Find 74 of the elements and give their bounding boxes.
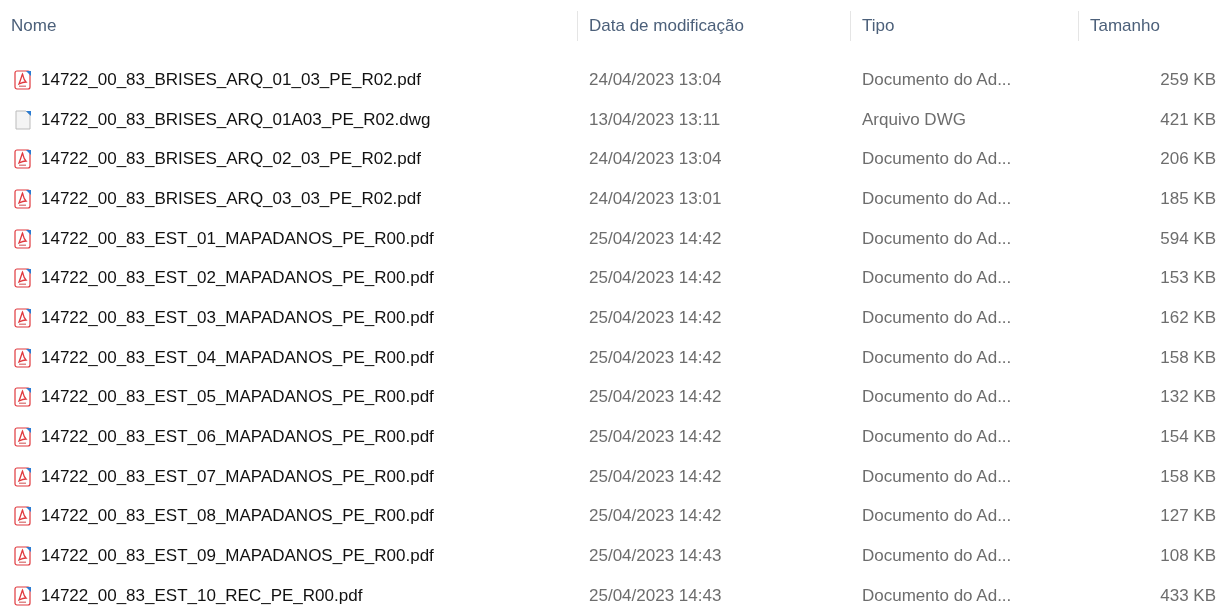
file-size: 433 KB bbox=[1159, 585, 1217, 606]
modified-date: 24/04/2023 13:04 bbox=[588, 69, 723, 90]
column-header[interactable]: Nome bbox=[0, 11, 577, 41]
file-type: Documento do Ad... bbox=[861, 188, 1013, 209]
pdf-file-icon bbox=[14, 69, 32, 90]
file-size: 132 KB bbox=[1159, 387, 1217, 408]
file-size: 421 KB bbox=[1159, 109, 1217, 130]
file-name[interactable]: 14722_00_83_BRISES_ARQ_01A03_PE_R02.dwg bbox=[41, 109, 431, 130]
file-name[interactable]: 14722_00_83_BRISES_ARQ_03_03_PE_R02.pdf bbox=[41, 188, 421, 209]
pdf-file-icon bbox=[14, 307, 32, 328]
modified-date: 25/04/2023 14:42 bbox=[588, 307, 723, 328]
file-name[interactable]: 14722_00_83_BRISES_ARQ_02_03_PE_R02.pdf bbox=[41, 149, 421, 170]
column-header[interactable]: Tipo bbox=[850, 11, 1078, 41]
file-type: Documento do Ad... bbox=[861, 149, 1013, 170]
pdf-file-icon bbox=[14, 506, 32, 527]
modified-date: 25/04/2023 14:42 bbox=[588, 228, 723, 249]
modified-date: 25/04/2023 14:42 bbox=[588, 268, 723, 289]
file-size: 153 KB bbox=[1159, 268, 1217, 289]
pdf-file-icon bbox=[14, 149, 32, 170]
file-size: 108 KB bbox=[1159, 546, 1217, 567]
file-name[interactable]: 14722_00_83_EST_07_MAPADANOS_PE_R00.pdf bbox=[41, 466, 434, 487]
pdf-file-icon bbox=[14, 466, 32, 487]
file-name[interactable]: 14722_00_83_EST_10_REC_PE_R00.pdf bbox=[41, 585, 363, 606]
file-size: 158 KB bbox=[1159, 466, 1217, 487]
file-size: 594 KB bbox=[1159, 228, 1217, 249]
file-size: 154 KB bbox=[1159, 427, 1217, 448]
pdf-file-icon bbox=[14, 228, 32, 249]
column-header[interactable]: Tamanho bbox=[1078, 11, 1220, 41]
file-type: Documento do Ad... bbox=[861, 466, 1013, 487]
pdf-file-icon bbox=[14, 387, 32, 408]
modified-date: 25/04/2023 14:43 bbox=[588, 546, 723, 567]
modified-date: 25/04/2023 14:42 bbox=[588, 387, 723, 408]
modified-date: 24/04/2023 13:01 bbox=[588, 188, 723, 209]
file-size: 162 KB bbox=[1159, 307, 1217, 328]
file-name[interactable]: 14722_00_83_EST_05_MAPADANOS_PE_R00.pdf bbox=[41, 387, 434, 408]
file-size: 127 KB bbox=[1159, 506, 1217, 527]
file-icon bbox=[14, 109, 32, 130]
file-name[interactable]: 14722_00_83_EST_06_MAPADANOS_PE_R00.pdf bbox=[41, 427, 434, 448]
modified-date: 25/04/2023 14:42 bbox=[588, 506, 723, 527]
file-type: Documento do Ad... bbox=[861, 546, 1013, 567]
file-size: 185 KB bbox=[1159, 188, 1217, 209]
file-name[interactable]: 14722_00_83_EST_01_MAPADANOS_PE_R00.pdf bbox=[41, 228, 434, 249]
modified-date: 25/04/2023 14:42 bbox=[588, 427, 723, 448]
pdf-file-icon bbox=[14, 268, 32, 289]
file-type: Documento do Ad... bbox=[861, 427, 1013, 448]
column-header[interactable]: Data de modificação bbox=[577, 11, 850, 41]
file-size: 206 KB bbox=[1159, 149, 1217, 170]
file-name[interactable]: 14722_00_83_EST_03_MAPADANOS_PE_R00.pdf bbox=[41, 307, 434, 328]
modified-date: 13/04/2023 13:11 bbox=[588, 109, 722, 130]
modified-date: 25/04/2023 14:42 bbox=[588, 466, 723, 487]
modified-date: 24/04/2023 13:04 bbox=[588, 149, 723, 170]
file-type: Documento do Ad... bbox=[861, 506, 1013, 527]
file-type: Documento do Ad... bbox=[861, 69, 1013, 90]
file-type: Documento do Ad... bbox=[861, 268, 1013, 289]
file-type: Documento do Ad... bbox=[861, 228, 1013, 249]
modified-date: 25/04/2023 14:42 bbox=[588, 347, 723, 368]
pdf-file-icon bbox=[14, 347, 32, 368]
file-type: Documento do Ad... bbox=[861, 387, 1013, 408]
file-name[interactable]: 14722_00_83_EST_09_MAPADANOS_PE_R00.pdf bbox=[41, 546, 434, 567]
pdf-file-icon bbox=[14, 585, 32, 606]
file-name[interactable]: 14722_00_83_EST_04_MAPADANOS_PE_R00.pdf bbox=[41, 347, 434, 368]
file-size: 259 KB bbox=[1159, 69, 1217, 90]
file-size: 158 KB bbox=[1159, 347, 1217, 368]
file-name[interactable]: 14722_00_83_EST_02_MAPADANOS_PE_R00.pdf bbox=[41, 268, 434, 289]
file-type: Arquivo DWG bbox=[861, 109, 967, 130]
modified-date: 25/04/2023 14:43 bbox=[588, 585, 723, 606]
file-name[interactable]: 14722_00_83_EST_08_MAPADANOS_PE_R00.pdf bbox=[41, 506, 434, 527]
pdf-file-icon bbox=[14, 188, 32, 209]
file-name[interactable]: 14722_00_83_BRISES_ARQ_01_03_PE_R02.pdf bbox=[41, 69, 421, 90]
pdf-file-icon bbox=[14, 546, 32, 567]
pdf-file-icon bbox=[14, 427, 32, 448]
file-type: Documento do Ad... bbox=[861, 307, 1013, 328]
file-type: Documento do Ad... bbox=[861, 585, 1013, 606]
file-type: Documento do Ad... bbox=[861, 347, 1013, 368]
